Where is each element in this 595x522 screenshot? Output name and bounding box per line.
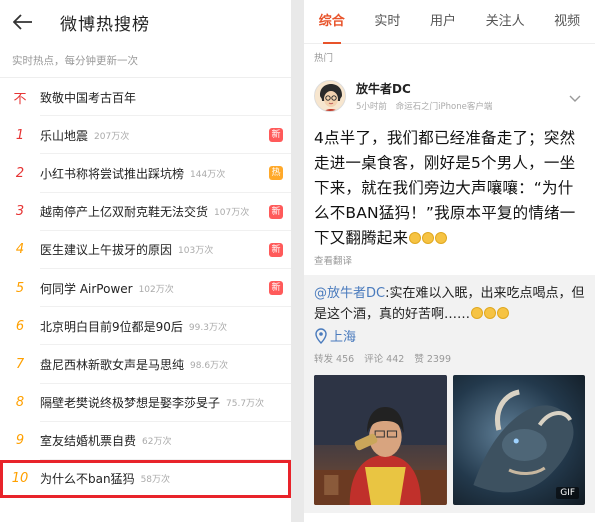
hot-search-header: 微博热搜榜	[0, 0, 291, 44]
repost-count[interactable]: 转发 456	[314, 351, 354, 365]
back-arrow-icon[interactable]	[12, 11, 34, 33]
image-grid: GIF	[314, 375, 585, 505]
author-name[interactable]: 放牛者DC	[356, 80, 492, 97]
hot-search-item[interactable]: 4 医生建议上午拔牙的原因 103万次 新	[0, 231, 291, 270]
search-count: 102万次	[138, 284, 174, 295]
like-count[interactable]: 赞 2399	[414, 351, 451, 365]
page-title: 微博热搜榜	[60, 14, 150, 35]
rank-number: 8	[15, 395, 25, 411]
hot-search-panel: 微博热搜榜 实时热点，每分钟更新一次 不致敬中国考古百年 1 乐山地震 207万次新 2…	[0, 0, 291, 522]
rank-number: 10	[11, 471, 29, 487]
search-count: 144万次	[190, 169, 226, 180]
tab-0[interactable]: 综合	[317, 0, 347, 44]
search-count: 103万次	[178, 246, 214, 257]
post-image-gif[interactable]: GIF	[452, 375, 585, 505]
post-meta: 5小时前 命运石之门iPhone客户端	[356, 100, 492, 112]
hot-search-item[interactable]: 6 北京明白目前9位都是90后 99.3万次	[0, 307, 291, 346]
hot-badge: 热	[269, 166, 283, 181]
search-results-panel: 综合实时用户关注人视频 热门 放牛者DC 5小时前 命运石之门iPhon	[304, 0, 595, 522]
hot-search-title: 为什么不ban猛犸	[40, 472, 135, 487]
rank-number: 4	[15, 242, 25, 258]
search-count: 99.3万次	[188, 322, 227, 333]
hot-search-title: 越南停产上亿双耐克鞋无法交货	[40, 205, 209, 220]
new-badge: 新	[269, 128, 283, 143]
search-count: 62万次	[142, 437, 172, 448]
hot-search-item[interactable]: 8 隔壁老樊说终极梦想是娶李莎旻子 75.7万次	[0, 384, 291, 422]
search-count: 207万次	[94, 131, 130, 142]
hot-search-title: 医生建议上午拔牙的原因	[40, 243, 173, 258]
reposted-weibo[interactable]: @放牛者DC:实在难以入眠，出来吃点喝点，但是这个酒，真的好苦啊…… 上海 转发…	[304, 275, 595, 513]
location-tag[interactable]: 上海	[314, 326, 585, 345]
result-tabs: 综合 实时 用户 关注人 视频	[304, 0, 595, 44]
tab-2[interactable]: 用户	[428, 0, 458, 44]
new-badge: 新	[269, 204, 283, 219]
new-badge: 新	[269, 242, 283, 257]
tab-1[interactable]: 实时	[372, 0, 402, 44]
hot-search-title: 隔壁老樊说终极梦想是娶李莎旻子	[40, 396, 221, 411]
hot-search-item[interactable]: 1 乐山地震 207万次 新	[0, 116, 291, 155]
emoji-icon	[497, 307, 510, 319]
hot-search-list: 不致敬中国考古百年 1 乐山地震 207万次新 2 小红书称将尝试推出踩坑榜 144万次热 3…	[0, 78, 291, 499]
section-label: 热门	[304, 44, 595, 68]
post-text: 4点半了，我们都已经准备走了；突然走进一桌食客，刚好是5个男人，一坐下来，就在我…	[314, 129, 576, 247]
update-note: 实时热点，每分钟更新一次	[0, 44, 291, 78]
repost-stats: 转发 456 评论 442 赞 2399	[314, 351, 585, 365]
hot-search-title: 小红书称将尝试推出踩坑榜	[40, 166, 185, 181]
hot-search-item[interactable]: 5 何同学 AirPower 102万次 新	[0, 269, 291, 308]
hot-search-title: 北京明白目前9位都是90后	[40, 319, 183, 334]
hot-search-title: 何同学 AirPower	[40, 281, 133, 296]
tab-4[interactable]: 视频	[552, 0, 582, 44]
rank-number: 2	[15, 165, 25, 181]
post-author: 放牛者DC 5小时前 命运石之门iPhone客户端	[314, 76, 585, 116]
new-badge: 新	[269, 281, 283, 296]
translate-link[interactable]: 查看翻译	[314, 253, 585, 267]
search-count: 75.7万次	[226, 399, 265, 410]
hot-search-item[interactable]: 7 盘尼西林新歌女声是马思纯 98.6万次	[0, 345, 291, 384]
search-count: 107万次	[214, 208, 250, 219]
post-time: 5小时前	[356, 102, 387, 112]
hot-search-title: 盘尼西林新歌女声是马思纯	[40, 357, 185, 372]
rank-number: 5	[15, 280, 25, 296]
hot-search-item[interactable]: 10 为什么不ban猛犸 58万次	[0, 459, 291, 499]
gif-badge: GIF	[556, 487, 579, 499]
emoji-icon	[409, 232, 422, 244]
emoji-icon	[484, 307, 497, 319]
repost-body: @放牛者DC:实在难以入眠，出来吃点喝点，但是这个酒，真的好苦啊……	[314, 283, 585, 325]
rank-number: 不	[13, 91, 27, 107]
rank-number: 9	[15, 433, 25, 449]
rank-number: 6	[15, 318, 25, 334]
hot-search-item[interactable]: 不致敬中国考古百年	[0, 78, 291, 117]
hot-search-item[interactable]: 9 室友结婚机票自费 62万次	[0, 422, 291, 461]
hot-search-title: 室友结婚机票自费	[40, 434, 137, 449]
weibo-post: 放牛者DC 5小时前 命运石之门iPhone客户端 4点半了，我们都已经准备走了…	[304, 68, 595, 267]
location-pin-icon	[315, 327, 327, 344]
chevron-down-icon[interactable]	[569, 88, 581, 107]
emoji-icon	[471, 307, 484, 319]
search-count: 98.6万次	[190, 360, 229, 371]
comment-count[interactable]: 评论 442	[364, 351, 404, 365]
hot-search-item[interactable]: 2 小红书称将尝试推出踩坑榜 144万次 热	[0, 154, 291, 193]
post-source: 命运石之门iPhone客户端	[395, 102, 493, 112]
emoji-icon	[422, 232, 435, 244]
hot-search-title: 乐山地震	[40, 128, 89, 143]
post-image-person-drinking[interactable]	[314, 375, 447, 505]
rank-number: 7	[15, 356, 25, 372]
rank-number: 1	[15, 127, 25, 143]
rank-number: 3	[15, 204, 25, 220]
search-count: 58万次	[140, 475, 171, 486]
mention-link[interactable]: @放牛者DC	[314, 286, 385, 301]
tab-3[interactable]: 关注人	[484, 0, 527, 44]
post-body: 4点半了，我们都已经准备走了；突然走进一桌食客，刚好是5个男人，一坐下来，就在我…	[314, 126, 585, 251]
location-label: 上海	[330, 330, 357, 345]
avatar[interactable]	[314, 80, 346, 112]
hot-search-item[interactable]: 3 越南停产上亿双耐克鞋无法交货 107万次 新	[0, 193, 291, 231]
emoji-icon	[435, 232, 448, 244]
hot-search-title: 致敬中国考古百年	[40, 90, 137, 105]
